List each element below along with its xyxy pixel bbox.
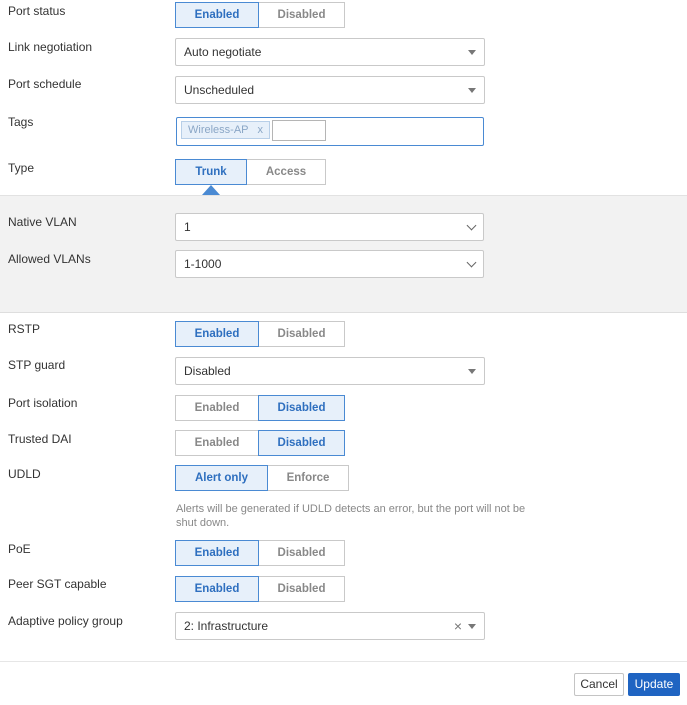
port-isolation-enabled-option[interactable]: Enabled — [175, 395, 259, 421]
type-label: Type — [8, 161, 35, 175]
peer-sgt-label: Peer SGT capable — [8, 577, 107, 591]
trusted-dai-label: Trusted DAI — [8, 432, 72, 446]
poe-label: PoE — [8, 542, 31, 556]
rstp-label: RSTP — [8, 322, 41, 336]
link-negotiation-label: Link negotiation — [8, 40, 93, 54]
peer-sgt-disabled-option[interactable]: Disabled — [259, 576, 345, 602]
type-toggle: Trunk Access — [175, 159, 326, 185]
remove-tag-icon[interactable]: x — [258, 124, 264, 136]
tags-field[interactable]: Wireless-AP x — [176, 117, 484, 146]
allowed-vlans-value: 1-1000 — [184, 257, 222, 271]
peer-sgt-toggle: Enabled Disabled — [175, 576, 345, 602]
poe-toggle: Enabled Disabled — [175, 540, 345, 566]
rstp-disabled-option[interactable]: Disabled — [259, 321, 345, 347]
native-vlan-value: 1 — [184, 220, 191, 234]
selected-pointer-icon — [202, 185, 220, 195]
udld-label: UDLD — [8, 467, 41, 481]
footer-divider — [0, 661, 687, 662]
trusted-dai-toggle: Enabled Disabled — [175, 430, 345, 456]
tag-chip-label: Wireless-AP — [188, 124, 249, 136]
caret-down-icon — [468, 50, 476, 55]
tag-input[interactable] — [272, 120, 326, 141]
native-vlan-select[interactable]: 1 — [175, 213, 484, 241]
poe-enabled-option[interactable]: Enabled — [175, 540, 259, 566]
stp-guard-value: Disabled — [184, 364, 231, 378]
udld-alert-only-option[interactable]: Alert only — [175, 465, 268, 491]
port-status-toggle: Enabled Disabled — [175, 2, 345, 28]
allowed-vlans-label: Allowed VLANs — [8, 252, 91, 266]
udld-hint-text: Alerts will be generated if UDLD detects… — [176, 503, 526, 529]
port-schedule-value: Unscheduled — [184, 83, 255, 97]
caret-down-icon — [468, 624, 476, 629]
cancel-button[interactable]: Cancel — [574, 673, 624, 696]
native-vlan-label: Native VLAN — [8, 215, 77, 229]
port-isolation-label: Port isolation — [8, 396, 78, 410]
tag-chip: Wireless-AP x — [181, 121, 271, 139]
port-isolation-toggle: Enabled Disabled — [175, 395, 345, 421]
type-access-option[interactable]: Access — [247, 159, 326, 185]
rstp-enabled-option[interactable]: Enabled — [175, 321, 259, 347]
rstp-toggle: Enabled Disabled — [175, 321, 345, 347]
port-schedule-label: Port schedule — [8, 77, 82, 91]
peer-sgt-enabled-option[interactable]: Enabled — [175, 576, 259, 602]
allowed-vlans-select[interactable]: 1-1000 — [175, 250, 484, 278]
caret-down-icon — [468, 88, 476, 93]
port-status-label: Port status — [8, 4, 66, 18]
chevron-down-icon — [466, 257, 477, 268]
update-button[interactable]: Update — [628, 673, 680, 696]
caret-down-icon — [468, 369, 476, 374]
tags-label: Tags — [8, 115, 34, 129]
adaptive-policy-group-value: 2: Infrastructure — [184, 619, 269, 633]
port-isolation-disabled-option[interactable]: Disabled — [258, 395, 345, 421]
stp-guard-label: STP guard — [8, 358, 66, 372]
port-status-enabled-option[interactable]: Enabled — [175, 2, 259, 28]
type-trunk-option[interactable]: Trunk — [175, 159, 247, 185]
chevron-down-icon — [466, 220, 477, 231]
trusted-dai-enabled-option[interactable]: Enabled — [175, 430, 259, 456]
port-status-disabled-option[interactable]: Disabled — [259, 2, 345, 28]
port-schedule-select[interactable]: Unscheduled — [175, 76, 485, 104]
clear-icon[interactable]: × — [454, 613, 462, 639]
udld-enforce-option[interactable]: Enforce — [268, 465, 349, 491]
trusted-dai-disabled-option[interactable]: Disabled — [258, 430, 345, 456]
link-negotiation-value: Auto negotiate — [184, 45, 262, 59]
poe-disabled-option[interactable]: Disabled — [259, 540, 345, 566]
stp-guard-select[interactable]: Disabled — [175, 357, 485, 385]
adaptive-policy-group-label: Adaptive policy group — [8, 614, 123, 628]
adaptive-policy-group-select[interactable]: 2: Infrastructure × — [175, 612, 485, 640]
link-negotiation-select[interactable]: Auto negotiate — [175, 38, 485, 66]
udld-toggle: Alert only Enforce — [175, 465, 349, 491]
